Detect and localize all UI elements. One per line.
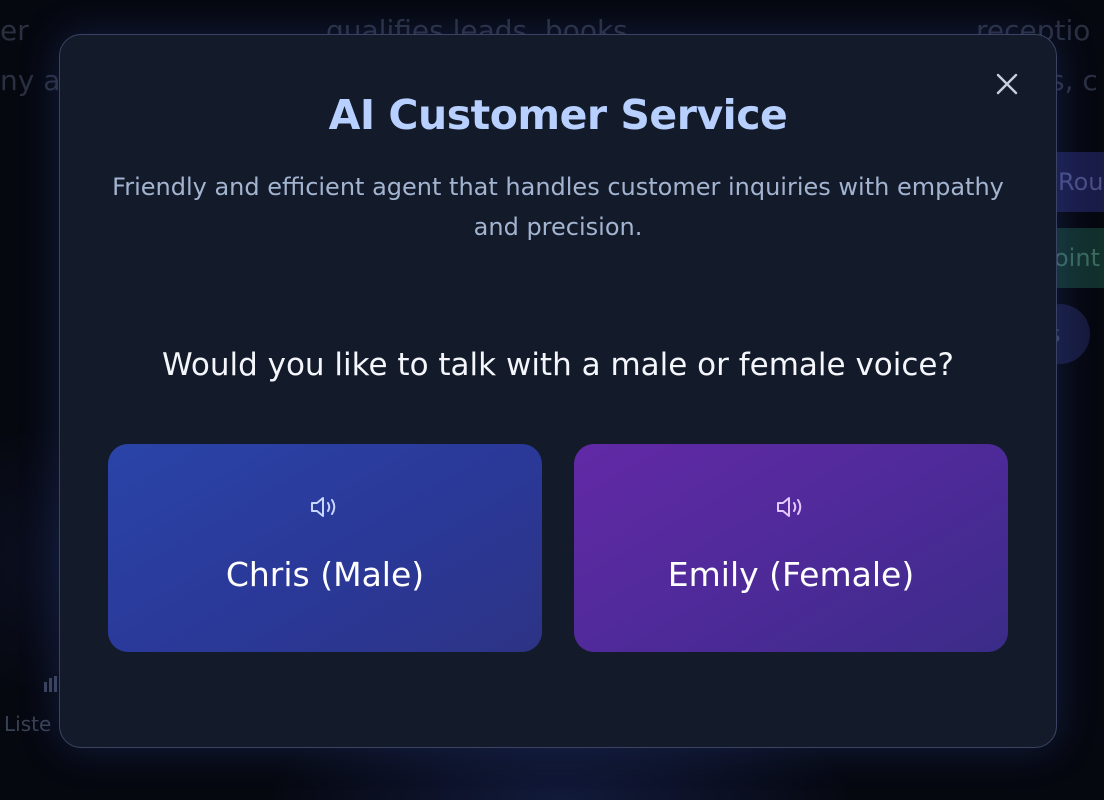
bars-icon [44, 676, 60, 692]
voice-question: Would you like to talk with a male or fe… [162, 347, 954, 383]
dialog-subtitle: Friendly and efficient agent that handle… [112, 173, 1004, 241]
speaker-icon [309, 494, 341, 520]
voice-select-dialog: AI Customer Service Friendly and efficie… [59, 34, 1057, 748]
background-text: er [0, 14, 29, 47]
female-voice-label: Emily (Female) [667, 555, 915, 594]
male-voice-button[interactable]: Chris (Male) [108, 444, 542, 652]
speaker-icon [775, 494, 807, 520]
background-text: Liste [4, 712, 52, 736]
male-voice-label: Chris (Male) [225, 555, 425, 594]
female-voice-button[interactable]: Emily (Female) [574, 444, 1008, 652]
dialog-title: AI Customer Service [328, 91, 788, 139]
background-text: s, c [1050, 64, 1098, 97]
